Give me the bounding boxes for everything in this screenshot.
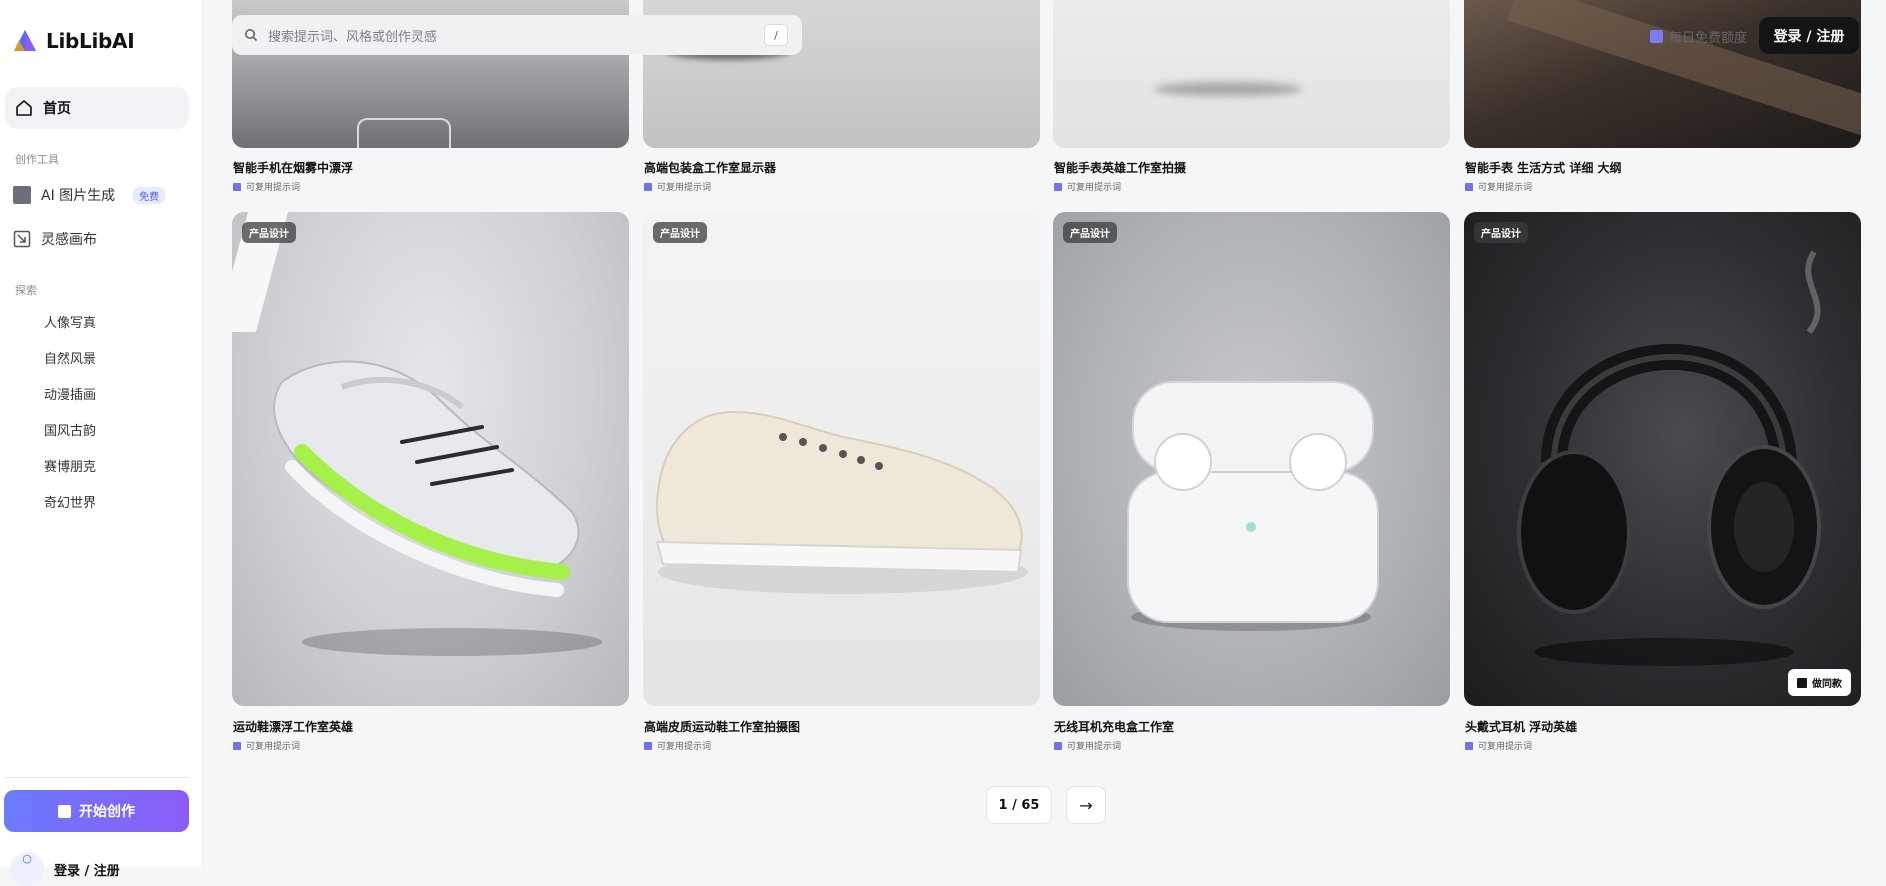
prompt-icon (1465, 182, 1473, 191)
sidebar-item-label: AI 图片生成 (41, 188, 116, 204)
card-title: 高端皮质运动鞋工作室拍摄图 (644, 720, 801, 734)
category-tag: 产品设计 (1063, 222, 1117, 243)
card-meta-label: 可复用提示词 (1067, 742, 1122, 752)
divider (5, 777, 189, 778)
prompt-icon (233, 182, 241, 191)
search-input[interactable]: 搜索提示词、风格或创作灵感 / (232, 15, 802, 55)
free-badge: 免费 (133, 186, 166, 204)
card-title: 头戴式耳机 浮动英雄 (1465, 720, 1578, 734)
start-create-label: 开始创作 (79, 804, 135, 820)
prompt-icon (1054, 741, 1062, 750)
make-same-icon (1797, 677, 1807, 688)
card-meta-label: 可复用提示词 (1067, 183, 1122, 193)
make-same-button[interactable]: 做同款 (1788, 669, 1851, 696)
image-square-icon (13, 186, 31, 204)
headphones-illustration (1517, 250, 1821, 666)
page-indicator: 1 / 65 (986, 786, 1052, 824)
card-meta: 可复用提示词 (233, 739, 300, 752)
prompt-icon (1465, 741, 1473, 750)
search-icon (245, 29, 258, 42)
card[interactable]: 产品设计 运动鞋漂浮工作室英雄 可复用提示词 (232, 212, 629, 757)
create-icon (58, 804, 71, 818)
logo[interactable]: LibLibAI (12, 28, 135, 54)
earbuds-case-illustration (1127, 381, 1379, 631)
quota-label: 每日免费额度 (1669, 31, 1748, 46)
card-title: 高端包装盒工作室显示器 (644, 161, 777, 175)
sneaker-illustration (273, 360, 602, 656)
sidebar-item-nature[interactable]: 自然风景 (44, 348, 96, 367)
category-tag: 产品设计 (242, 222, 296, 243)
card-title: 智能手表 生活方式 详细 大纲 (1465, 161, 1622, 175)
card[interactable]: 产品设计 无线耳机充电盒工作室 可复用提示词 (1053, 212, 1450, 757)
category-tag: 产品设计 (653, 222, 707, 243)
sidebar-item-guofeng[interactable]: 国风古韵 (44, 420, 96, 439)
card-meta-label: 可复用提示词 (657, 183, 712, 193)
prompt-icon (644, 741, 652, 750)
sidebar-item-label: 灵感画布 (41, 232, 97, 248)
category-tag: 产品设计 (1474, 222, 1528, 243)
card-meta: 可复用提示词 (1054, 739, 1121, 752)
card-title: 智能手机在烟雾中漂浮 (233, 161, 354, 175)
card-image[interactable] (1053, 0, 1450, 148)
sidebar-item-ai-image[interactable]: AI 图片生成 免费 (13, 185, 166, 205)
daily-quota[interactable]: 每日免费额度 (1650, 27, 1747, 46)
sidebar-item-label: 首页 (43, 101, 71, 117)
sidebar-login-label: 登录 / 注册 (54, 863, 120, 879)
sidebar-item-anime[interactable]: 动漫插画 (44, 384, 96, 403)
card[interactable]: 产品设计 高端皮质运动鞋工作室拍摄图 可复用提示词 (643, 212, 1040, 757)
card-meta: 可复用提示词 (644, 739, 711, 752)
card-image[interactable]: 产品设计 (1053, 212, 1450, 706)
card-image[interactable]: 产品设计 (643, 212, 1040, 706)
sidebar-item-portrait[interactable]: 人像写真 (44, 312, 96, 331)
liblib-logo-icon (14, 30, 36, 51)
login-button[interactable]: 登录 / 注册 (1759, 17, 1859, 54)
section-label-explore: 探索 (15, 284, 37, 297)
search-placeholder: 搜索提示词、风格或创作灵感 (268, 29, 438, 45)
card[interactable]: 产品设计 做同款 头戴式耳机 浮动英雄 可复用提示词 (1464, 212, 1861, 757)
card-meta-label: 可复用提示词 (246, 183, 301, 193)
card-meta-label: 可复用提示词 (657, 742, 712, 752)
next-page-button[interactable]: → (1066, 786, 1106, 824)
card-meta: 可复用提示词 (233, 180, 300, 193)
sidebar-item-fantasy[interactable]: 奇幻世界 (44, 492, 96, 511)
card-image[interactable]: 产品设计 (232, 212, 629, 706)
make-same-label: 做同款 (1812, 679, 1842, 690)
card-meta: 可复用提示词 (644, 180, 711, 193)
section-label-tools: 创作工具 (15, 153, 59, 166)
home-icon (16, 100, 32, 116)
sidebar-item-cyberpunk[interactable]: 赛博朋克 (44, 456, 96, 475)
card-image[interactable]: 产品设计 做同款 (1464, 212, 1861, 706)
card-meta: 可复用提示词 (1054, 180, 1121, 193)
sidebar-item-home[interactable]: 首页 (5, 87, 189, 129)
quota-icon (1650, 30, 1663, 43)
card-title: 无线耳机充电盒工作室 (1054, 720, 1175, 734)
watch-shadow-shape (1153, 82, 1303, 96)
sidebar-item-canvas[interactable]: 灵感画布 (13, 229, 97, 249)
logo-text: LibLibAI (46, 29, 135, 53)
avatar: ○ (10, 852, 44, 886)
card-meta-label: 可复用提示词 (1478, 742, 1533, 752)
canvas-icon (13, 230, 31, 248)
card-meta-label: 可复用提示词 (246, 742, 301, 752)
card[interactable]: 智能手表英雄工作室拍摄 可复用提示词 (1053, 0, 1450, 200)
card-meta: 可复用提示词 (1465, 739, 1532, 752)
sidebar: LibLibAI 首页 创作工具 AI 图片生成 免费 灵感画布 探索 人像写真… (0, 0, 203, 886)
start-create-button[interactable]: 开始创作 (4, 790, 189, 832)
prompt-icon (644, 182, 652, 191)
prompt-icon (1054, 182, 1062, 191)
card-title: 智能手表英雄工作室拍摄 (1054, 161, 1187, 175)
sidebar-login[interactable]: ○ 登录 / 注册 (10, 852, 120, 886)
search-shortcut-key: / (764, 24, 788, 46)
card-meta-label: 可复用提示词 (1478, 183, 1533, 193)
card-meta: 可复用提示词 (1465, 180, 1532, 193)
leather-sneaker-illustration (655, 410, 1028, 594)
phone-shape (357, 118, 451, 148)
card-title: 运动鞋漂浮工作室英雄 (233, 720, 354, 734)
prompt-icon (233, 741, 241, 750)
